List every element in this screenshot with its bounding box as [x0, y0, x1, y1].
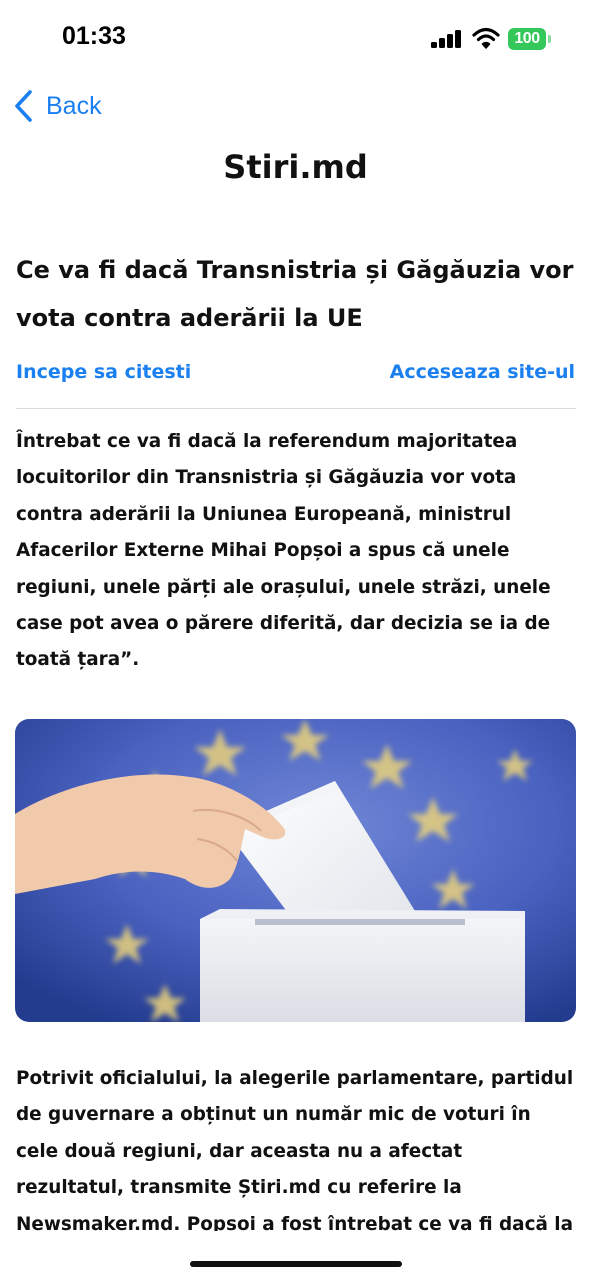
- article-paragraph: Întrebat ce va fi dacă la referendum maj…: [16, 431, 551, 671]
- article-image: [15, 719, 576, 1022]
- cellular-signal-icon: [431, 30, 463, 48]
- start-reading-link[interactable]: Incepe sa citesti: [16, 361, 191, 383]
- site-title: Stiri.md: [223, 148, 368, 186]
- divider: [16, 408, 576, 409]
- status-time: 01:33: [62, 22, 126, 50]
- back-button[interactable]: Back: [12, 86, 102, 126]
- article-title: Ce va fi dacă Transnistria și Găgăuzia v…: [16, 256, 574, 332]
- battery-cap: [548, 35, 551, 43]
- wifi-icon: [472, 27, 500, 49]
- status-bar: 01:33 100: [0, 0, 591, 80]
- chevron-left-icon: [15, 90, 32, 122]
- back-label: Back: [46, 91, 102, 120]
- home-indicator: [190, 1261, 402, 1267]
- battery-icon: 100: [508, 28, 546, 50]
- visit-site-link[interactable]: Acceseaza site-ul: [390, 361, 575, 383]
- article-paragraph: Potrivit oficialului, la alegerile parla…: [16, 1068, 574, 1231]
